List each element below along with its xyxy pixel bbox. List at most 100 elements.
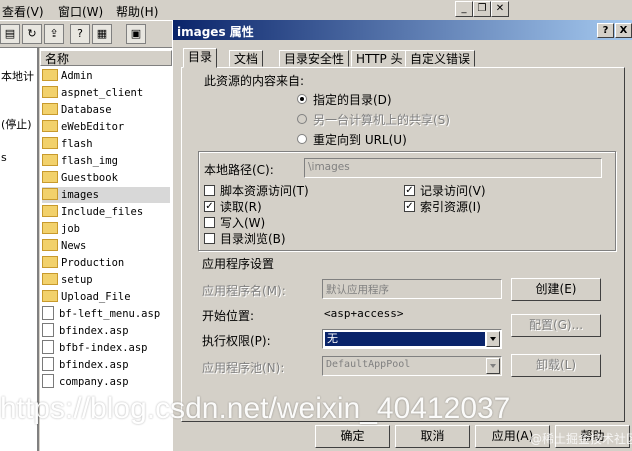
help-icon[interactable]: ? <box>70 24 90 44</box>
restore-icon[interactable]: ❐ <box>473 1 491 17</box>
content-source-label: 此资源的内容来自: <box>204 74 305 88</box>
list-item-label: News <box>61 240 87 252</box>
folder-icon <box>42 273 58 285</box>
list-item-label: flash_img <box>61 155 118 167</box>
list-item[interactable]: setup <box>42 272 170 288</box>
folder-icon <box>42 137 58 149</box>
local-path-field: \images <box>304 158 602 178</box>
list-item-label: Production <box>61 257 125 269</box>
menu-window[interactable]: 窗口(W) <box>58 3 103 20</box>
chevron-down-icon <box>486 358 500 374</box>
tab-http-headers[interactable]: HTTP 头 <box>351 50 408 67</box>
chk-write[interactable] <box>204 217 215 228</box>
radio-network-share-label: 另一台计算机上的共享(S) <box>313 113 450 127</box>
list-item[interactable]: eWebEditor <box>42 119 170 135</box>
app-name-field: 默认应用程序 <box>322 279 502 299</box>
list-item[interactable]: Include_files <box>42 204 170 220</box>
list-item[interactable]: Database <box>42 102 170 118</box>
config-button: 配置(G)... <box>511 314 601 337</box>
list-item[interactable]: Guestbook <box>42 170 170 186</box>
exec-perm-selected: 无 <box>325 332 485 346</box>
properties-icon[interactable]: ▤ <box>0 24 20 44</box>
column-header-name[interactable]: 名称 <box>40 50 172 66</box>
watermark: https://blog.csdn.net/weixin_40412037 <box>0 392 511 425</box>
list-item-label: company.asp <box>59 376 129 388</box>
list-item-label: Guestbook <box>61 172 118 184</box>
create-button[interactable]: 创建(E) <box>511 278 601 301</box>
folder-icon <box>42 222 58 234</box>
chk-dir-browse-label: 目录浏览(B) <box>220 232 286 246</box>
file-icon <box>42 374 54 388</box>
folder-icon <box>42 103 58 115</box>
folder-icon <box>42 256 58 268</box>
radio-redirect-url[interactable] <box>297 134 307 144</box>
folder-icon <box>42 290 58 302</box>
list-item[interactable]: aspnet_client <box>42 85 170 101</box>
list-item[interactable]: Admin <box>42 68 170 84</box>
list-item-label: flash <box>61 138 93 150</box>
list-item-label: setup <box>61 274 93 286</box>
chevron-down-icon[interactable] <box>486 331 500 347</box>
chk-read[interactable]: ✓ <box>204 201 215 212</box>
help-question-icon[interactable]: ? <box>597 23 614 38</box>
list-item-label: bfbf-index.asp <box>59 342 148 354</box>
radio-redirect-url-label: 重定向到 URL(U) <box>313 133 407 147</box>
list-item[interactable]: flash_img <box>42 153 170 169</box>
folder-icon <box>42 120 58 132</box>
refresh-icon[interactable]: ↻ <box>22 24 42 44</box>
list-item[interactable]: company.asp <box>42 374 170 390</box>
radio-network-share <box>297 114 307 124</box>
list-item[interactable]: Upload_File <box>42 289 170 305</box>
list-item[interactable]: News <box>42 238 170 254</box>
export-icon[interactable]: ⇪ <box>44 24 64 44</box>
app-pool-select: DefaultAppPool <box>322 356 502 376</box>
watermark-secondary: @稀土掘金技术社区 <box>530 432 632 446</box>
list-item-label: eWebEditor <box>61 121 125 133</box>
computer-icon[interactable]: ▣ <box>126 24 146 44</box>
list-item[interactable]: job <box>42 221 170 237</box>
list-item-label: bfindex.asp <box>59 359 129 371</box>
chk-script-source[interactable] <box>204 185 215 196</box>
radio-specified-dir[interactable] <box>297 94 307 104</box>
chk-log-visits[interactable]: ✓ <box>404 185 415 196</box>
dialog-title: images 属性 <box>177 25 254 39</box>
file-list: 名称 Admin aspnet_client Database eWebEditor f… <box>40 48 172 451</box>
tab-documents[interactable]: 文档 <box>229 50 264 67</box>
minimize-icon[interactable]: _ <box>455 1 473 17</box>
tree-item[interactable]: 本地计 <box>1 68 34 84</box>
tab-directory-security[interactable]: 目录安全性 <box>279 50 350 67</box>
ok-button[interactable]: 确定 <box>315 425 390 448</box>
chk-dir-browse[interactable] <box>204 233 215 244</box>
close-icon[interactable]: ✕ <box>491 1 509 17</box>
chk-index-resource[interactable]: ✓ <box>404 201 415 212</box>
folder-icon <box>42 188 58 200</box>
list-item[interactable]: bfbf-index.asp <box>42 340 170 356</box>
list-item-label: Upload_File <box>61 291 131 303</box>
tab-custom-errors[interactable]: 自定义错误 <box>405 50 476 67</box>
list-item[interactable]: bf-left_menu.asp <box>42 306 170 322</box>
file-icon <box>42 306 54 320</box>
tree-item[interactable]: s <box>1 151 7 164</box>
list-item[interactable]: flash <box>42 136 170 152</box>
dialog-titlebar[interactable]: images 属性 ? X <box>173 20 632 40</box>
view-icon[interactable]: ▦ <box>92 24 112 44</box>
dialog-close-icon[interactable]: X <box>615 23 632 38</box>
folder-icon <box>42 205 58 217</box>
list-item[interactable]: bfindex.asp <box>42 357 170 373</box>
app-settings-label: 应用程序设置 <box>202 257 275 271</box>
list-item[interactable]: images <box>42 187 170 203</box>
list-item-label: Include_files <box>61 206 144 218</box>
file-icon <box>42 323 54 337</box>
exec-perm-select[interactable]: 无 <box>322 329 502 349</box>
tree-item[interactable]: (停止) <box>1 116 32 132</box>
list-item-label: bf-left_menu.asp <box>59 308 161 320</box>
tab-directory[interactable]: 目录 <box>183 48 218 68</box>
list-item[interactable]: bfindex.asp <box>42 323 170 339</box>
menu-help[interactable]: 帮助(H) <box>116 3 158 20</box>
list-item-label: Database <box>61 104 112 116</box>
chk-write-label: 写入(W) <box>220 216 266 230</box>
list-item[interactable]: Production <box>42 255 170 271</box>
menu-view[interactable]: 查看(V) <box>2 3 44 20</box>
tree-pane: 本地计 (停止) s <box>0 48 39 451</box>
cancel-button[interactable]: 取消 <box>395 425 470 448</box>
